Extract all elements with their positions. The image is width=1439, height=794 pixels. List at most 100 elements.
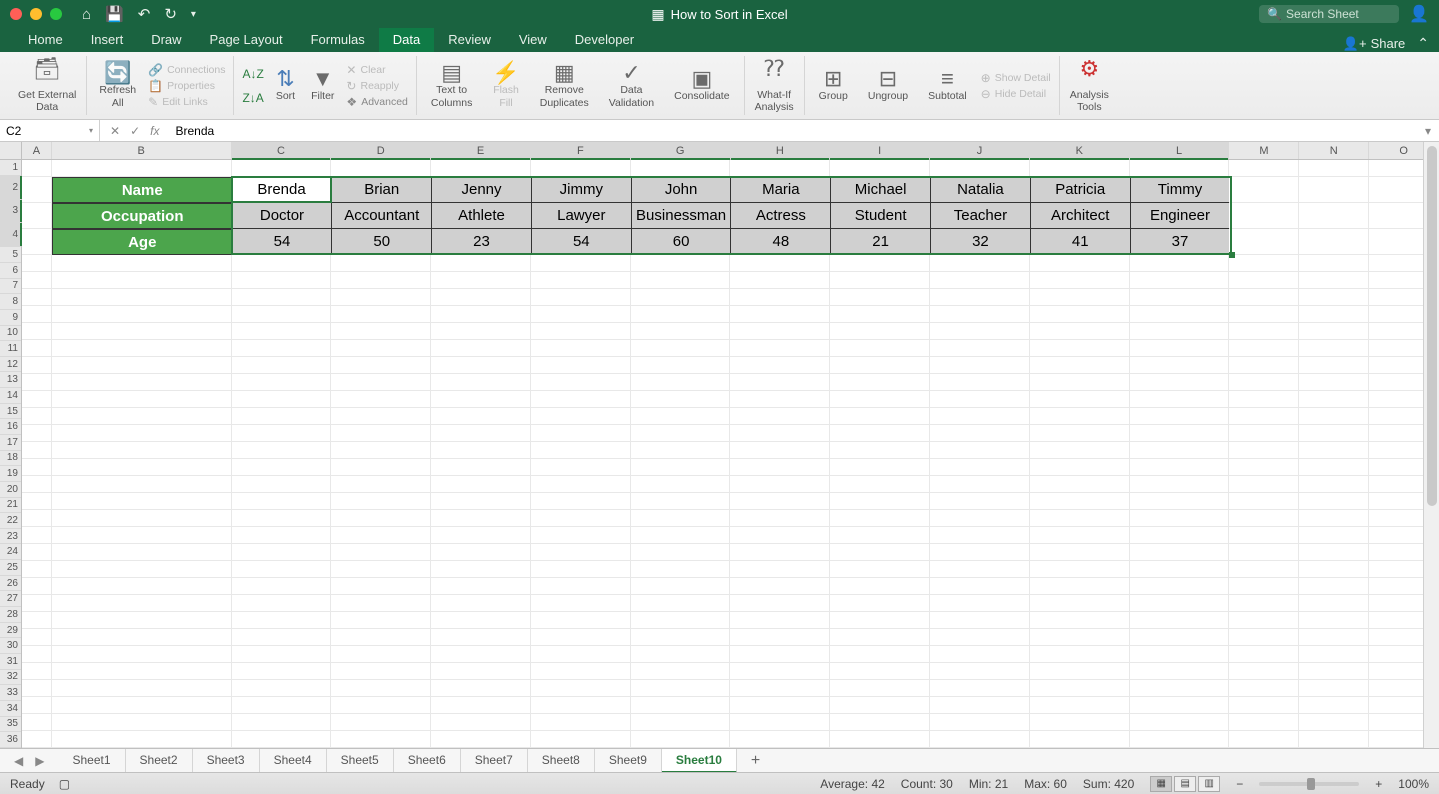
zoom-slider[interactable] bbox=[1259, 782, 1359, 786]
remove-duplicates-button[interactable]: ▦Remove Duplicates bbox=[534, 62, 595, 108]
sheet-tab-sheet9[interactable]: Sheet9 bbox=[595, 749, 662, 773]
row-header-22[interactable]: 22 bbox=[0, 513, 21, 529]
cell-B18[interactable] bbox=[52, 476, 232, 493]
cell-K15[interactable] bbox=[1030, 425, 1130, 442]
cell-L29[interactable] bbox=[1130, 663, 1230, 680]
cell-K11[interactable] bbox=[1030, 357, 1130, 374]
cell-J4[interactable]: 32 bbox=[930, 229, 1030, 255]
cell-E14[interactable] bbox=[431, 408, 531, 425]
cell-K17[interactable] bbox=[1030, 459, 1130, 476]
cell-C17[interactable] bbox=[232, 459, 332, 476]
cell-I23[interactable] bbox=[830, 561, 930, 578]
cell-N10[interactable] bbox=[1299, 340, 1369, 357]
cell-H18[interactable] bbox=[730, 476, 830, 493]
cell-I5[interactable] bbox=[830, 255, 930, 272]
cell-E33[interactable] bbox=[431, 731, 531, 748]
cell-F24[interactable] bbox=[531, 578, 631, 595]
cell-M10[interactable] bbox=[1229, 340, 1299, 357]
cell-N33[interactable] bbox=[1299, 731, 1369, 748]
cell-I12[interactable] bbox=[830, 374, 930, 391]
cell-A33[interactable] bbox=[22, 731, 52, 748]
row-header-35[interactable]: 35 bbox=[0, 717, 21, 733]
cell-C6[interactable] bbox=[232, 272, 332, 289]
row-header-1[interactable]: 1 bbox=[0, 160, 21, 176]
cell-J15[interactable] bbox=[930, 425, 1030, 442]
cell-M12[interactable] bbox=[1229, 374, 1299, 391]
cell-F16[interactable] bbox=[531, 442, 631, 459]
cell-N28[interactable] bbox=[1299, 646, 1369, 663]
cell-F33[interactable] bbox=[531, 731, 631, 748]
cell-B10[interactable] bbox=[52, 340, 232, 357]
cell-H25[interactable] bbox=[730, 595, 830, 612]
cell-H5[interactable] bbox=[730, 255, 830, 272]
cell-C26[interactable] bbox=[232, 612, 332, 629]
cell-A23[interactable] bbox=[22, 561, 52, 578]
cell-J8[interactable] bbox=[930, 306, 1030, 323]
undo-icon[interactable]: ↶ bbox=[138, 5, 151, 23]
cell-A5[interactable] bbox=[22, 255, 52, 272]
cell-D1[interactable] bbox=[331, 160, 431, 177]
sheet-tab-sheet4[interactable]: Sheet4 bbox=[260, 749, 327, 773]
cell-J13[interactable] bbox=[930, 391, 1030, 408]
cell-E30[interactable] bbox=[431, 680, 531, 697]
cell-E27[interactable] bbox=[431, 629, 531, 646]
row-header-16[interactable]: 16 bbox=[0, 419, 21, 435]
zoom-in-button[interactable]: + bbox=[1375, 777, 1382, 791]
cell-D31[interactable] bbox=[331, 697, 431, 714]
cell-J21[interactable] bbox=[930, 527, 1030, 544]
cell-E28[interactable] bbox=[431, 646, 531, 663]
cell-C16[interactable] bbox=[232, 442, 332, 459]
analysis-tools-button[interactable]: ⚙Analysis Tools bbox=[1060, 56, 1119, 115]
cell-H10[interactable] bbox=[730, 340, 830, 357]
cell-H9[interactable] bbox=[730, 323, 830, 340]
cell-E20[interactable] bbox=[431, 510, 531, 527]
cell-L1[interactable] bbox=[1130, 160, 1230, 177]
row-header-23[interactable]: 23 bbox=[0, 529, 21, 545]
save-icon[interactable]: 💾 bbox=[105, 5, 124, 23]
cell-M21[interactable] bbox=[1229, 527, 1299, 544]
row-header-18[interactable]: 18 bbox=[0, 451, 21, 467]
cell-J16[interactable] bbox=[930, 442, 1030, 459]
row-header-17[interactable]: 17 bbox=[0, 435, 21, 451]
cell-D9[interactable] bbox=[331, 323, 431, 340]
cell-E21[interactable] bbox=[431, 527, 531, 544]
ribbon-tab-page-layout[interactable]: Page Layout bbox=[196, 28, 297, 52]
cell-F9[interactable] bbox=[531, 323, 631, 340]
cell-A25[interactable] bbox=[22, 595, 52, 612]
cell-H30[interactable] bbox=[730, 680, 830, 697]
cell-D20[interactable] bbox=[331, 510, 431, 527]
row-header-36[interactable]: 36 bbox=[0, 732, 21, 748]
cell-B21[interactable] bbox=[52, 527, 232, 544]
cell-C33[interactable] bbox=[232, 731, 332, 748]
cell-B20[interactable] bbox=[52, 510, 232, 527]
cell-H1[interactable] bbox=[730, 160, 830, 177]
cell-N20[interactable] bbox=[1299, 510, 1369, 527]
cell-I33[interactable] bbox=[830, 731, 930, 748]
cell-L11[interactable] bbox=[1130, 357, 1230, 374]
cell-A20[interactable] bbox=[22, 510, 52, 527]
cell-K9[interactable] bbox=[1030, 323, 1130, 340]
cell-A7[interactable] bbox=[22, 289, 52, 306]
cell-H20[interactable] bbox=[730, 510, 830, 527]
user-icon[interactable]: 👤 bbox=[1409, 4, 1429, 24]
cell-G27[interactable] bbox=[631, 629, 731, 646]
cell-N29[interactable] bbox=[1299, 663, 1369, 680]
cell-M19[interactable] bbox=[1229, 493, 1299, 510]
cell-E8[interactable] bbox=[431, 306, 531, 323]
cell-B19[interactable] bbox=[52, 493, 232, 510]
cell-I11[interactable] bbox=[830, 357, 930, 374]
cell-M4[interactable] bbox=[1229, 229, 1299, 255]
cell-C28[interactable] bbox=[232, 646, 332, 663]
flash-fill-button[interactable]: ⚡Flash Fill bbox=[486, 62, 525, 108]
cell-K33[interactable] bbox=[1030, 731, 1130, 748]
cell-G8[interactable] bbox=[631, 306, 731, 323]
cell-B5[interactable] bbox=[52, 255, 232, 272]
cell-H23[interactable] bbox=[730, 561, 830, 578]
cell-K14[interactable] bbox=[1030, 408, 1130, 425]
cell-F5[interactable] bbox=[531, 255, 631, 272]
row-header-29[interactable]: 29 bbox=[0, 623, 21, 639]
ribbon-tab-data[interactable]: Data bbox=[379, 28, 434, 52]
cell-D32[interactable] bbox=[331, 714, 431, 731]
row-header-26[interactable]: 26 bbox=[0, 576, 21, 592]
cell-E4[interactable]: 23 bbox=[431, 229, 531, 255]
